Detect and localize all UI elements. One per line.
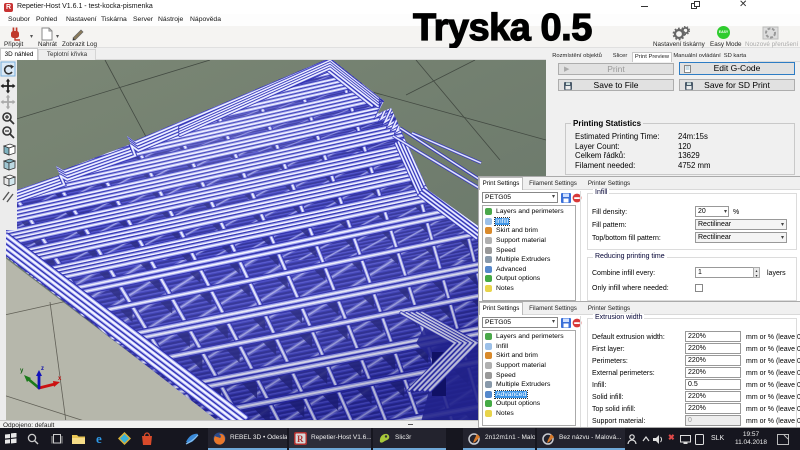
svg-text:R: R [297,434,304,444]
svg-text:z: z [41,366,44,372]
